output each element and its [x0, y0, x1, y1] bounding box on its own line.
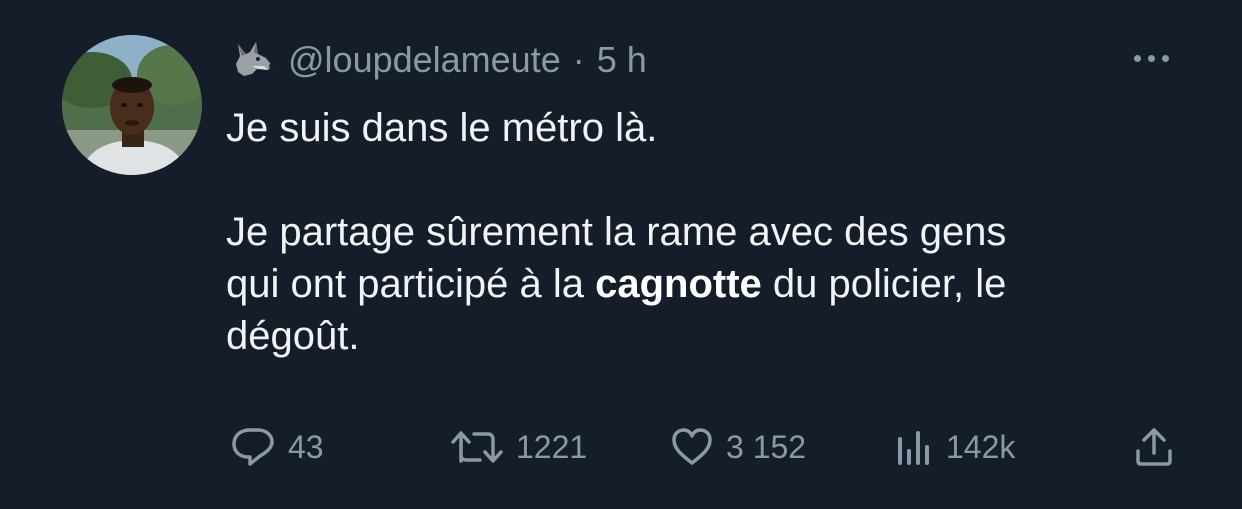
- analytics-icon: [892, 427, 934, 467]
- tweet-line-3: qui ont participé à la cagnotte du polic…: [226, 258, 1206, 310]
- more-dot: [1134, 54, 1141, 62]
- tweet-text: Je suis dans le métro là. Je partage sûr…: [226, 102, 1206, 362]
- tweet-line-2: Je partage sûrement la rame avec des gen…: [226, 210, 1007, 254]
- wolf-icon: [228, 36, 276, 84]
- separator-dot: ·: [572, 39, 585, 80]
- avatar[interactable]: [62, 35, 202, 175]
- more-icon[interactable]: [1134, 48, 1178, 68]
- retweet-icon: [450, 427, 504, 467]
- tweet-line-4: dégoût.: [226, 314, 360, 358]
- share-button[interactable]: [1132, 422, 1176, 472]
- tweet-text-span: qui ont participé à la: [226, 262, 596, 306]
- reply-icon: [230, 426, 276, 468]
- retweet-count: 1221: [516, 428, 588, 465]
- reply-count: 43: [288, 428, 324, 465]
- tweet-text-span: du policier, le: [761, 262, 1007, 306]
- retweet-button[interactable]: 1221: [450, 422, 587, 472]
- tweet-header: @loupdelameute · 5 h: [228, 36, 647, 84]
- views-count: 142k: [946, 428, 1016, 465]
- reply-button[interactable]: 43: [230, 422, 324, 472]
- timestamp[interactable]: 5 h: [597, 39, 647, 81]
- bold-keyword: cagnotte: [595, 262, 762, 306]
- views-button[interactable]: 142k: [892, 422, 1015, 472]
- like-count: 3 152: [726, 428, 807, 465]
- share-icon: [1132, 425, 1176, 469]
- heart-icon: [670, 427, 714, 467]
- action-bar: 43 1221 3 152 142k: [228, 422, 1188, 472]
- author-handle[interactable]: @loupdelameute: [288, 39, 561, 81]
- more-dot: [1148, 54, 1155, 62]
- tweet-line-1: Je suis dans le métro là.: [226, 106, 658, 150]
- like-button[interactable]: 3 152: [670, 422, 806, 472]
- more-dot: [1162, 54, 1169, 62]
